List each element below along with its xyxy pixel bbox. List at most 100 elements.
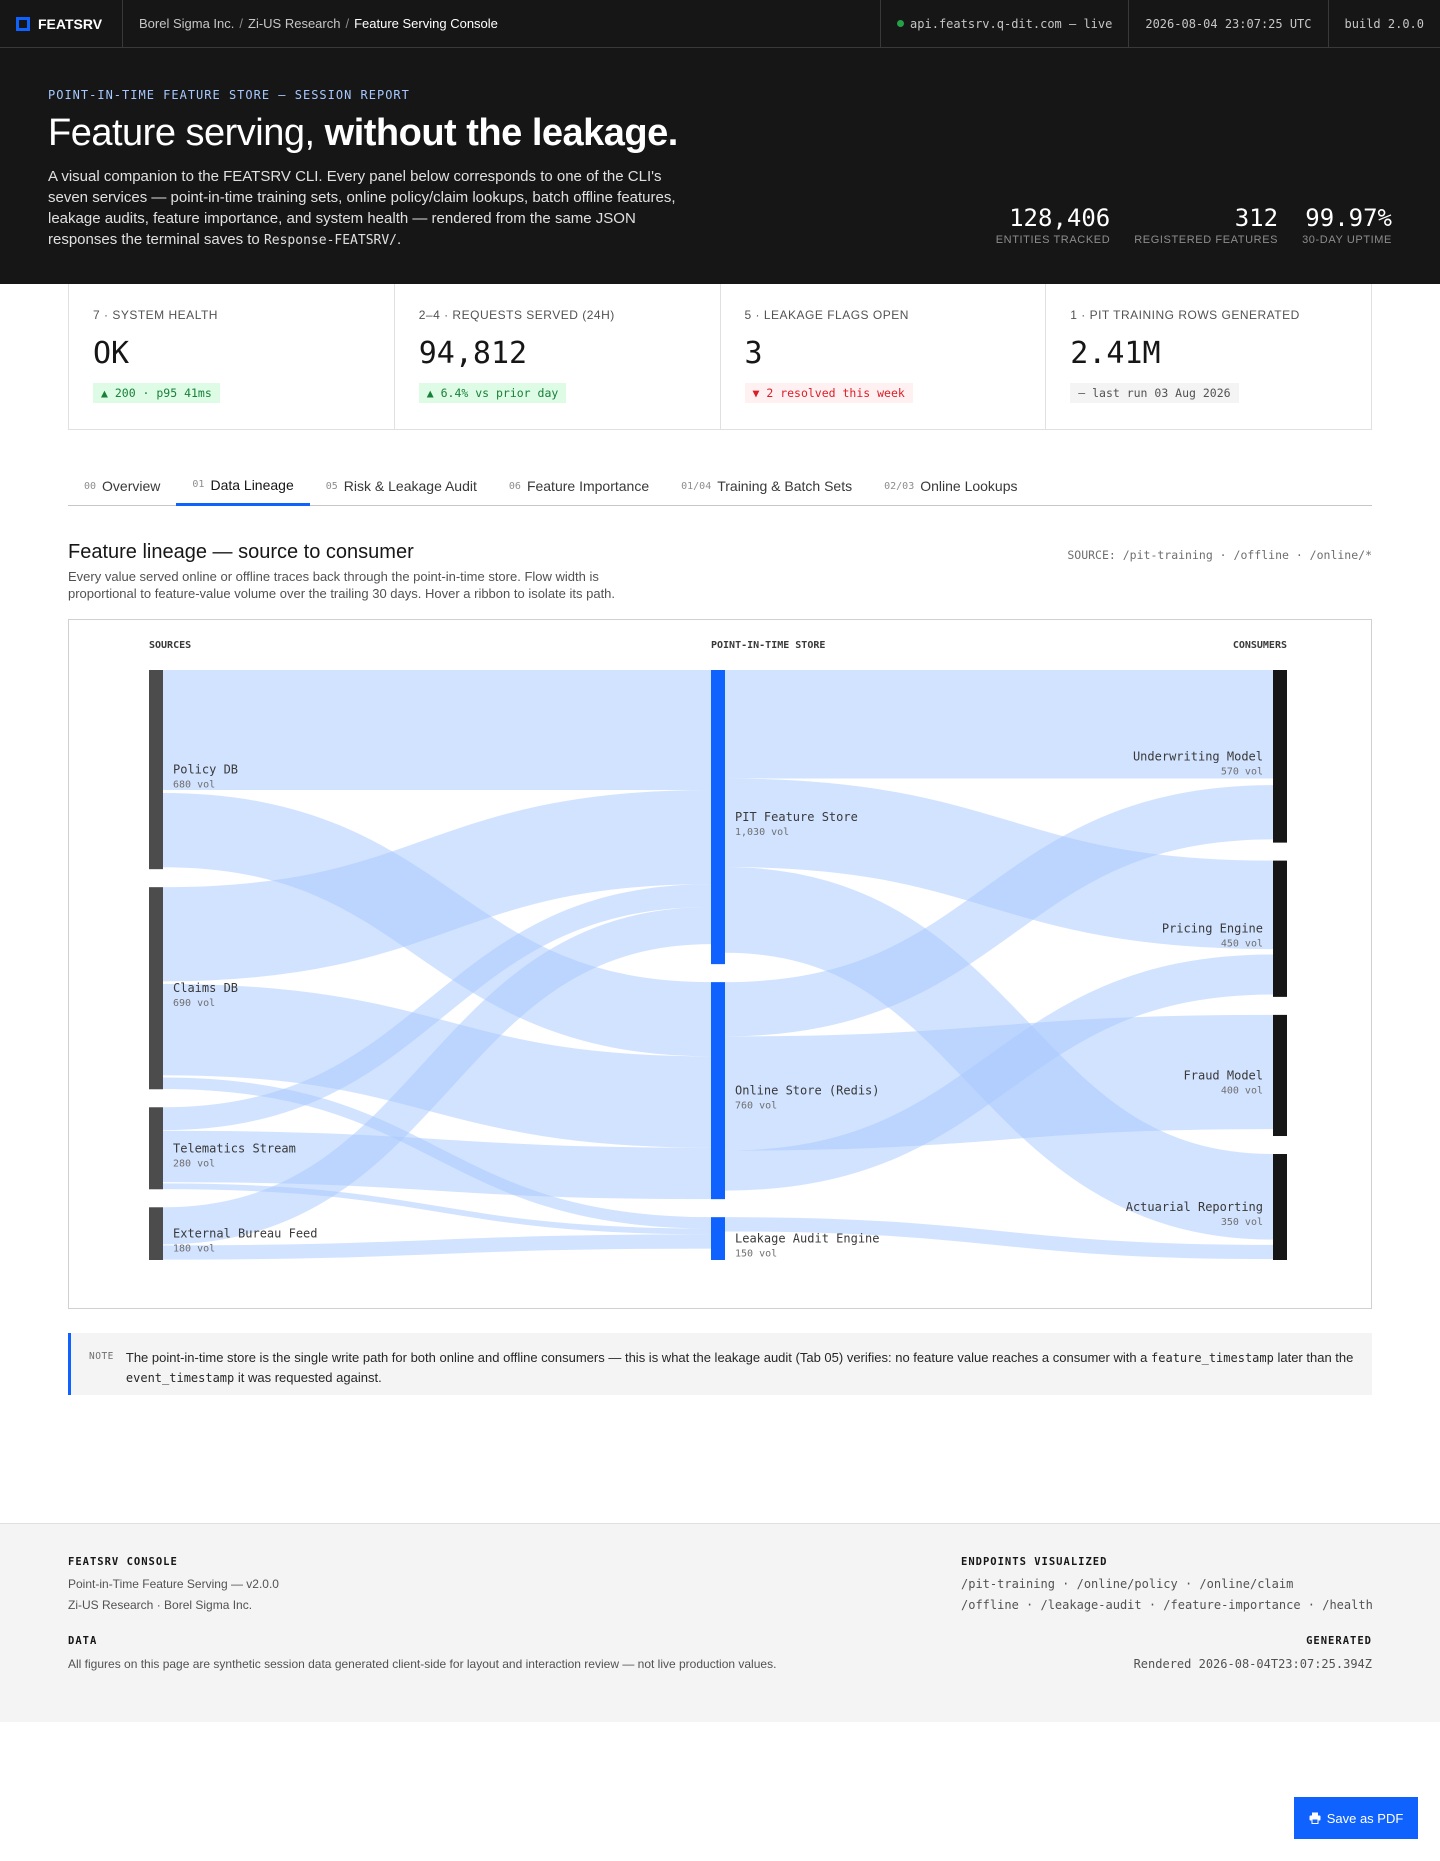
node-bar-claims[interactable]	[149, 887, 163, 1090]
kpi-delta-chip: ▲ 6.4% vs prior day	[418, 383, 567, 403]
hero-title-plain: Feature serving,	[48, 112, 325, 154]
kpi-value: 94,812	[418, 336, 528, 371]
footer-endpoints-line-1: /pit-training · /online/policy · /online…	[961, 1577, 1294, 1591]
save-pdf-button[interactable]: Save as PDF	[1294, 1797, 1418, 1839]
footer-generated-text: Rendered 2026-08-04T23:07:25.394Z	[1133, 1657, 1372, 1671]
node-volume-uw: 570 vol	[1221, 766, 1263, 777]
section-title: Feature lineage — source to consumer	[68, 541, 414, 563]
hero-title: Feature serving, without the leakage.	[48, 112, 678, 155]
breadcrumb-separator: /	[345, 16, 350, 31]
footer-generated-heading: GENERATED	[1306, 1635, 1372, 1647]
kpi-label: 2–4 · REQUESTS SERVED (24H)	[418, 308, 615, 322]
breadcrumb-team[interactable]: Zi-US Research	[248, 16, 340, 31]
callout-note: NOTE The point-in-time store is the sing…	[68, 1333, 1372, 1395]
breadcrumb-org[interactable]: Borel Sigma Inc.	[139, 16, 234, 31]
node-bar-online[interactable]	[711, 982, 725, 1200]
node-bar-bureau[interactable]	[149, 1207, 163, 1260]
brand[interactable]: FEATSRV	[0, 0, 123, 47]
stat-label: REGISTERED FEATURES	[1134, 234, 1279, 246]
tab-training-batch-sets[interactable]: 01/04 Training & Batch Sets	[665, 466, 868, 506]
note-tag: NOTE	[89, 1351, 114, 1362]
hero: POINT-IN-TIME FEATURE STORE — SESSION RE…	[0, 48, 1440, 284]
node-volume-claims: 690 vol	[173, 998, 215, 1009]
kpi-requests-served[interactable]: 2–4 · REQUESTS SERVED (24H) 94,812 ▲ 6.4…	[395, 284, 721, 429]
footer-endpoints-line-2: /offline · /leakage-audit · /feature-imp…	[961, 1598, 1373, 1612]
stat-label: ENTITIES TRACKED	[995, 234, 1111, 246]
footer: FEATSRV CONSOLE Point-in-Time Feature Se…	[0, 1523, 1440, 1722]
tab-label: Training & Batch Sets	[717, 478, 853, 494]
stat-entities: 128,406 ENTITIES TRACKED	[996, 204, 1111, 246]
tab-label: Feature Importance	[526, 478, 650, 494]
clock: 2026-08-04 23:07:25 UTC	[1128, 0, 1327, 47]
build-text: build 2.0.0	[1344, 16, 1424, 31]
sankey-svg: SOURCES Policy DB 680 vol Claims DB 690 vol T…	[149, 640, 1287, 1260]
node-bar-audit[interactable]	[711, 1217, 725, 1260]
node-label-policy: Policy DB	[173, 763, 238, 777]
node-label-claims: Claims DB	[173, 981, 238, 995]
tab-online-lookups[interactable]: 02/03 Online Lookups	[868, 466, 1033, 506]
kpi-value: 3	[744, 336, 763, 371]
node-bar-pricing[interactable]	[1273, 860, 1287, 997]
kpi-system-health[interactable]: 7 · SYSTEM HEALTH OK ▲ 200 · p95 41ms	[69, 284, 395, 429]
kpi-label: 7 · SYSTEM HEALTH	[93, 308, 218, 322]
tab-risk-leakage-audit[interactable]: 05 Risk & Leakage Audit	[310, 466, 493, 506]
footer-endpoints-heading: ENDPOINTS VISUALIZED	[961, 1556, 1108, 1568]
note-code-1: feature_timestamp	[1151, 1351, 1274, 1365]
lineage-chart: SOURCES Policy DB 680 vol Claims DB 690 vol T…	[68, 619, 1372, 1309]
lede-code: Response-FEATSRV/	[263, 233, 398, 248]
tab-label: Risk & Leakage Audit	[343, 478, 477, 494]
section-description: Every value served online or offline tra…	[68, 569, 616, 601]
node-label-fraud: Fraud Model	[1184, 1068, 1263, 1082]
timestamp: 2026-08-04 23:07:25 UTC	[1145, 16, 1312, 31]
node-bar-policy[interactable]	[149, 670, 163, 870]
ribbon-tele-online[interactable]	[162, 1130, 712, 1200]
footer-data-text: All figures on this page are synthetic s…	[68, 1657, 777, 1671]
note-text-2: later than the	[1273, 1350, 1354, 1365]
save-pdf-label: Save as PDF	[1326, 1810, 1404, 1826]
endpoint-text: api.featsrv.q-dit.com — live	[910, 16, 1113, 31]
kpi-delta-chip: ▲ 200 · p95 41ms	[93, 383, 220, 403]
ribbon-bureau-audit[interactable]	[162, 1234, 712, 1260]
node-label-online: Online Store (Redis)	[735, 1084, 880, 1098]
stat-value: 312	[1234, 204, 1279, 232]
footer-data-heading: DATA	[68, 1635, 98, 1647]
note-code-2: event_timestamp	[125, 1371, 235, 1385]
node-bar-tele[interactable]	[149, 1107, 163, 1190]
tab-overview[interactable]: 00 Overview	[68, 466, 176, 506]
tab-label: Overview	[102, 478, 161, 494]
node-bar-uw[interactable]	[1273, 670, 1287, 843]
note-text-1: The point-in-time store is the single wr…	[125, 1350, 1152, 1365]
note-text-3: it was requested against.	[234, 1370, 382, 1385]
kpi-leakage-flags[interactable]: 5 · LEAKAGE FLAGS OPEN 3 ▼ 2 resolved th…	[721, 284, 1047, 429]
node-volume-online: 760 vol	[735, 1101, 777, 1112]
kpi-delta-chip: ▼ 2 resolved this week	[744, 383, 913, 403]
tab-number: 02/03	[884, 480, 915, 492]
note-text: The point-in-time store is the single wr…	[125, 1348, 1354, 1385]
kpi-delta-chip: — last run 03 Aug 2026	[1070, 383, 1239, 403]
node-label-pit: PIT Feature Store	[735, 810, 858, 824]
node-volume-audit: 150 vol	[735, 1249, 777, 1260]
hero-eyebrow: POINT-IN-TIME FEATURE STORE — SESSION RE…	[48, 88, 410, 102]
node-label-audit: Leakage Audit Engine	[735, 1232, 880, 1246]
node-label-bureau: External Bureau Feed	[173, 1227, 318, 1241]
tab-feature-importance[interactable]: 06 Feature Importance	[493, 466, 665, 506]
tab-data-lineage[interactable]: 01 Data Lineage	[176, 466, 310, 506]
footer-console-line-2: Zi-US Research · Borel Sigma Inc.	[68, 1598, 253, 1612]
node-volume-bureau: 180 vol	[173, 1244, 215, 1255]
column-header: SOURCES	[149, 640, 191, 651]
hero-title-bold: without the leakage.	[324, 112, 679, 154]
kpi-pit-rows[interactable]: 1 · PIT TRAINING ROWS GENERATED 2.41M — …	[1046, 284, 1371, 429]
node-label-act: Actuarial Reporting	[1126, 1200, 1263, 1214]
column-header: CONSUMERS	[1233, 640, 1287, 651]
live-dot-icon	[897, 20, 905, 27]
kpi-strip: 7 · SYSTEM HEALTH OK ▲ 200 · p95 41ms 2–…	[68, 284, 1372, 430]
breadcrumb: Borel Sigma Inc. / Zi-US Research / Feat…	[123, 0, 880, 47]
node-bar-act[interactable]	[1273, 1154, 1287, 1260]
footer-console-heading: FEATSRV CONSOLE	[68, 1556, 178, 1568]
kpi-value: OK	[93, 336, 130, 371]
stat-value: 128,406	[1009, 204, 1111, 232]
node-bar-pit[interactable]	[711, 670, 725, 965]
node-bar-fraud[interactable]	[1273, 1014, 1287, 1137]
footer-console-line-1: Point-in-Time Feature Serving — v2.0.0	[68, 1577, 279, 1591]
tab-number: 06	[508, 480, 521, 492]
